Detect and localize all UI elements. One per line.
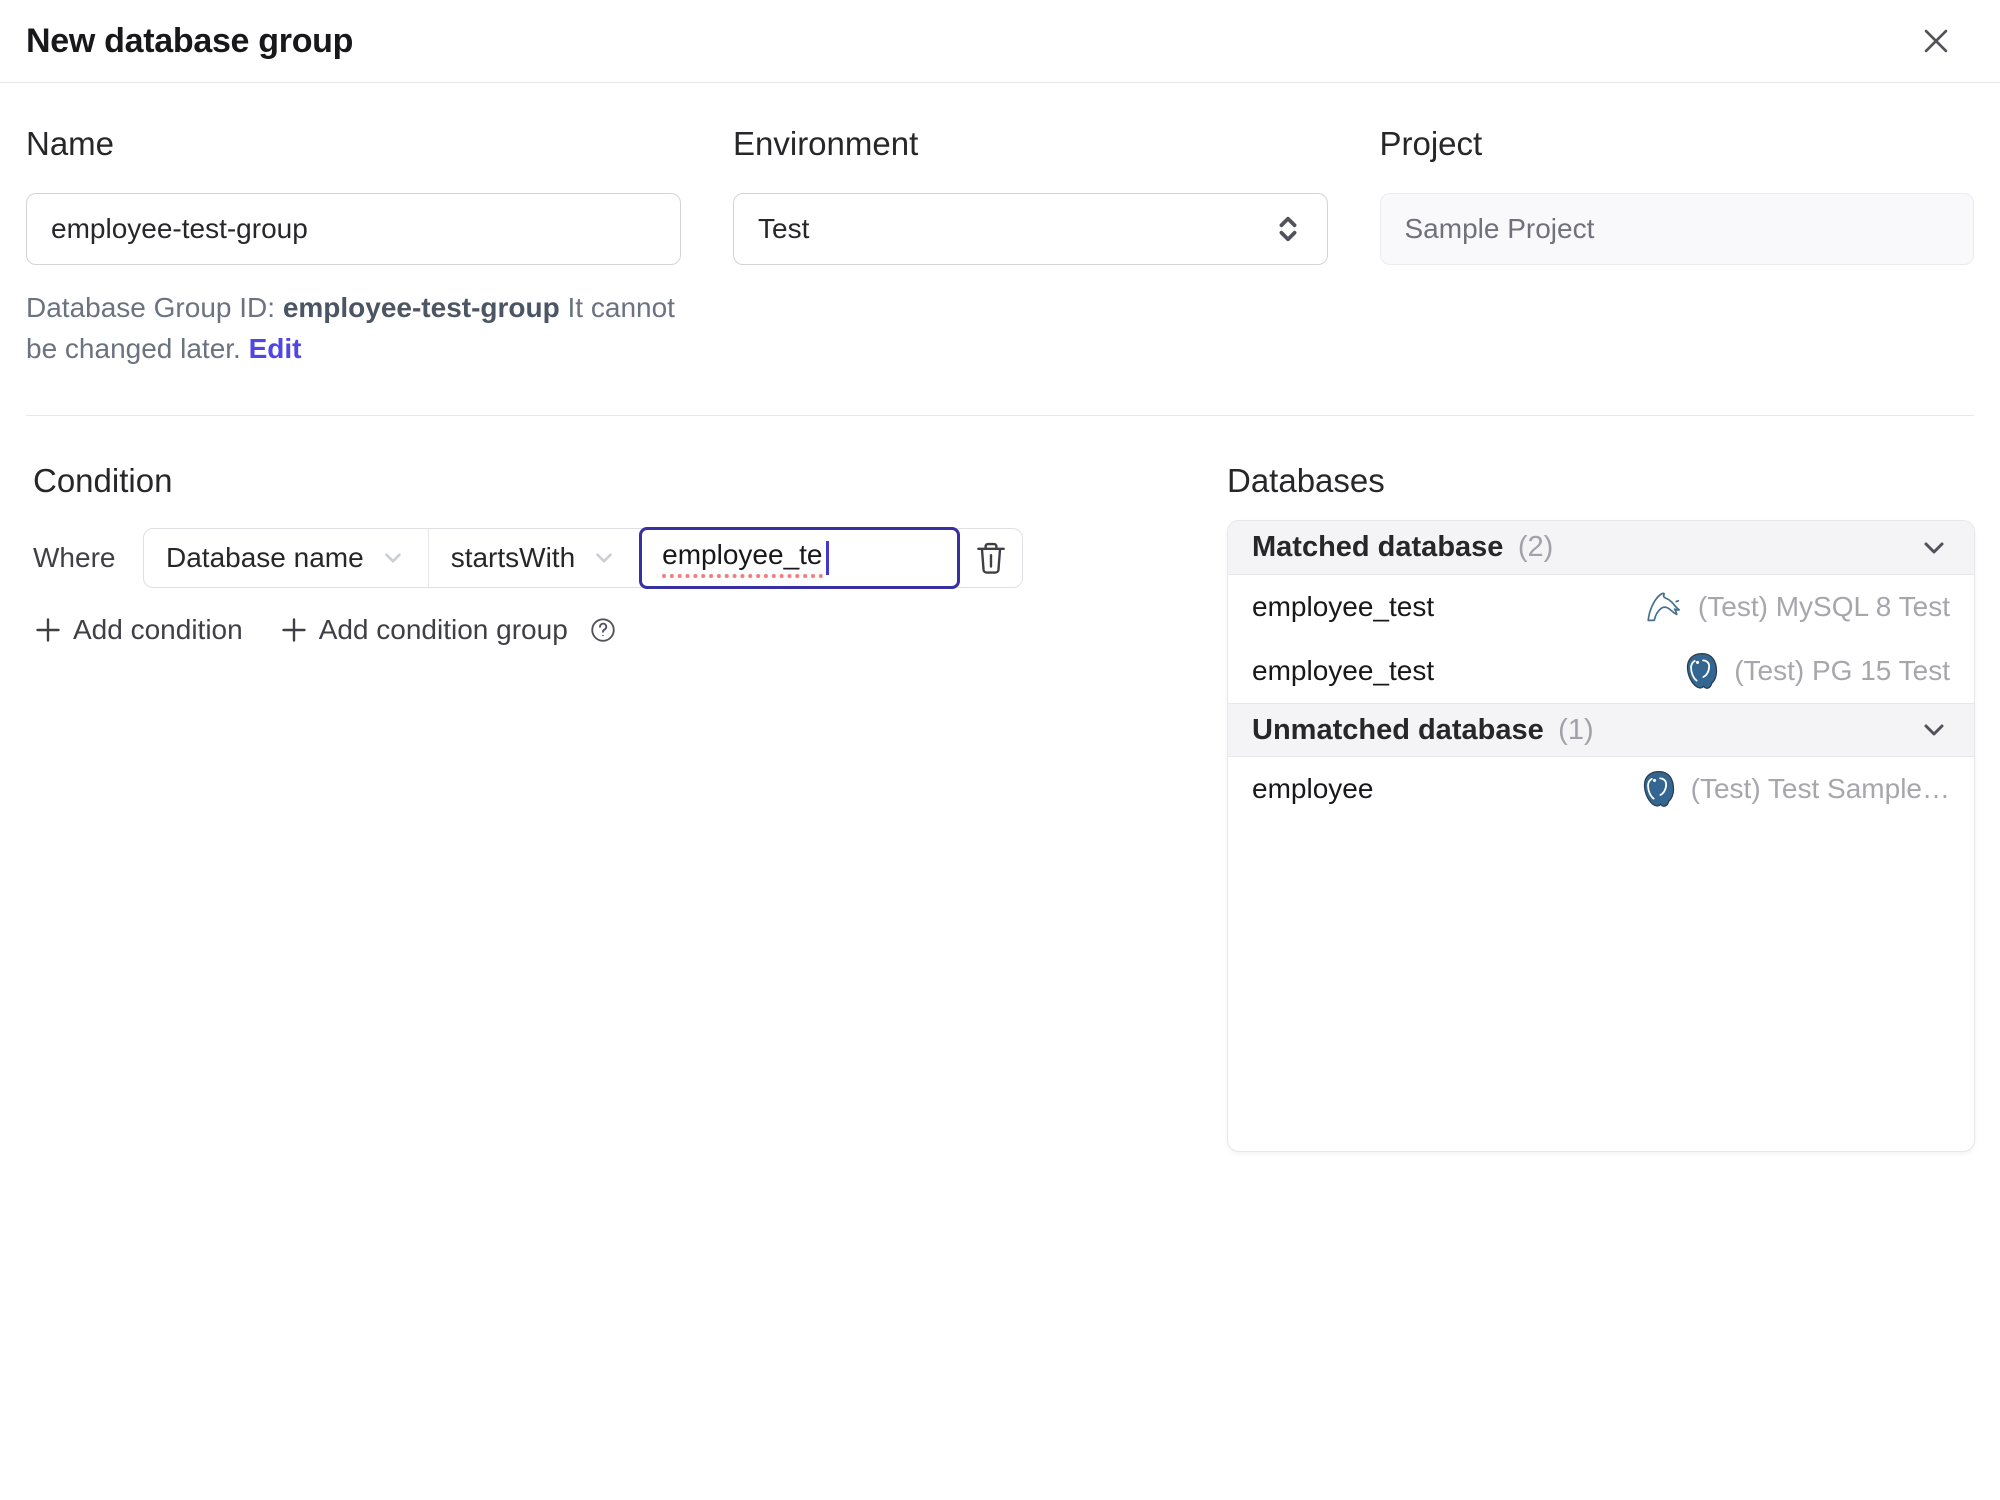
chevron-down-icon (1924, 542, 1944, 553)
postgresql-icon (1687, 653, 1718, 689)
condition-operator-value: startsWith (450, 542, 576, 573)
chevron-down-icon (1924, 724, 1944, 736)
condition-expression: Database name startsWith employee_te (143, 527, 1024, 589)
database-instance: (Test) PG 15 Test (1684, 652, 1950, 690)
unmatched-database-label: Unmatched database (1252, 713, 1544, 746)
name-field-group: Name Database Group ID: employee-test-gr… (26, 125, 681, 369)
database-row[interactable]: employee_test (Test) MySQL 8 Test (1228, 575, 1974, 639)
database-instance-label: (Test) Test Sample… (1690, 773, 1950, 804)
plus-icon (281, 618, 306, 642)
database-instance: (Test) MySQL 8 Test (1644, 590, 1950, 624)
chevron-down-icon (384, 553, 401, 563)
mysql-icon (1647, 592, 1680, 622)
add-condition-group-button[interactable]: Add condition group (279, 614, 618, 646)
close-button[interactable] (1912, 17, 1960, 65)
matched-database-label: Matched database (1252, 531, 1504, 563)
databases-section: Databases Matched database (2) employee_… (1227, 462, 1975, 1152)
database-row[interactable]: employee_test (Test) PG 15 Test (1228, 639, 1974, 703)
environment-field-group: Environment Test (733, 125, 1328, 369)
condition-value-input[interactable]: employee_te (639, 527, 961, 589)
plus-icon (36, 618, 60, 642)
group-id-note: Database Group ID: employee-test-group I… (26, 287, 681, 369)
add-condition-label: Add condition (73, 614, 243, 645)
condition-operator-select[interactable]: startsWith (429, 529, 639, 587)
database-instance-label: (Test) MySQL 8 Test (1697, 591, 1950, 622)
text-caret (825, 541, 829, 575)
help-circle-icon (591, 618, 615, 642)
matched-database-header[interactable]: Matched database (2) (1228, 521, 1974, 575)
database-name: employee (1252, 773, 1374, 804)
add-condition-button[interactable]: Add condition (33, 614, 243, 646)
group-id-note-prefix: Database Group ID: (26, 292, 283, 323)
add-condition-group-label: Add condition group (318, 614, 568, 645)
project-label: Project (1379, 125, 1483, 162)
close-icon (1924, 29, 1948, 53)
database-name: employee_test (1252, 591, 1435, 622)
chevron-down-icon (596, 553, 612, 563)
where-label: Where (33, 542, 116, 573)
edit-group-id-link[interactable]: Edit (249, 333, 302, 364)
project-input (1379, 193, 1974, 265)
trash-icon (977, 542, 1006, 574)
database-instance-label: (Test) PG 15 Test (1734, 655, 1950, 686)
condition-field-value: Database name (166, 542, 364, 573)
matched-database-count: (2) (1517, 531, 1554, 563)
condition-value-text: employee_te (662, 539, 823, 578)
database-row[interactable]: employee (Test) Test Sample… (1228, 757, 1974, 821)
condition-row: Where Database name startsWith employee_… (33, 527, 1227, 589)
databases-panel: Matched database (2) employee_test (Test… (1227, 520, 1975, 1152)
condition-field-select[interactable]: Database name (144, 529, 429, 587)
databases-heading: Databases (1227, 462, 1385, 499)
form-grid: Name Database Group ID: employee-test-gr… (26, 125, 1974, 369)
name-label: Name (26, 125, 115, 162)
dialog-title: New database group (26, 21, 354, 60)
unmatched-database-count: (1) (1558, 713, 1594, 746)
environment-select[interactable]: Test (733, 193, 1328, 265)
database-instance: (Test) Test Sample… (1641, 770, 1950, 808)
group-id-value: employee-test-group (282, 292, 560, 323)
environment-label: Environment (733, 125, 919, 162)
database-name: employee_test (1252, 655, 1435, 686)
project-field-group: Project (1379, 125, 1974, 369)
section-divider (26, 415, 1974, 416)
dialog-header: New database group (0, 0, 2000, 83)
environment-selected-value: Test (758, 213, 810, 244)
delete-condition-button[interactable] (960, 529, 1022, 587)
postgresql-icon (1643, 771, 1674, 807)
select-updown-icon (1279, 216, 1296, 242)
condition-section: Condition Where Database name startsWith… (26, 462, 1227, 646)
condition-actions: Add condition Add condition group (33, 614, 1227, 646)
unmatched-database-header[interactable]: Unmatched database (1) (1228, 703, 1974, 757)
name-input[interactable] (26, 193, 681, 265)
help-button[interactable] (588, 615, 618, 645)
condition-heading: Condition (33, 462, 173, 499)
